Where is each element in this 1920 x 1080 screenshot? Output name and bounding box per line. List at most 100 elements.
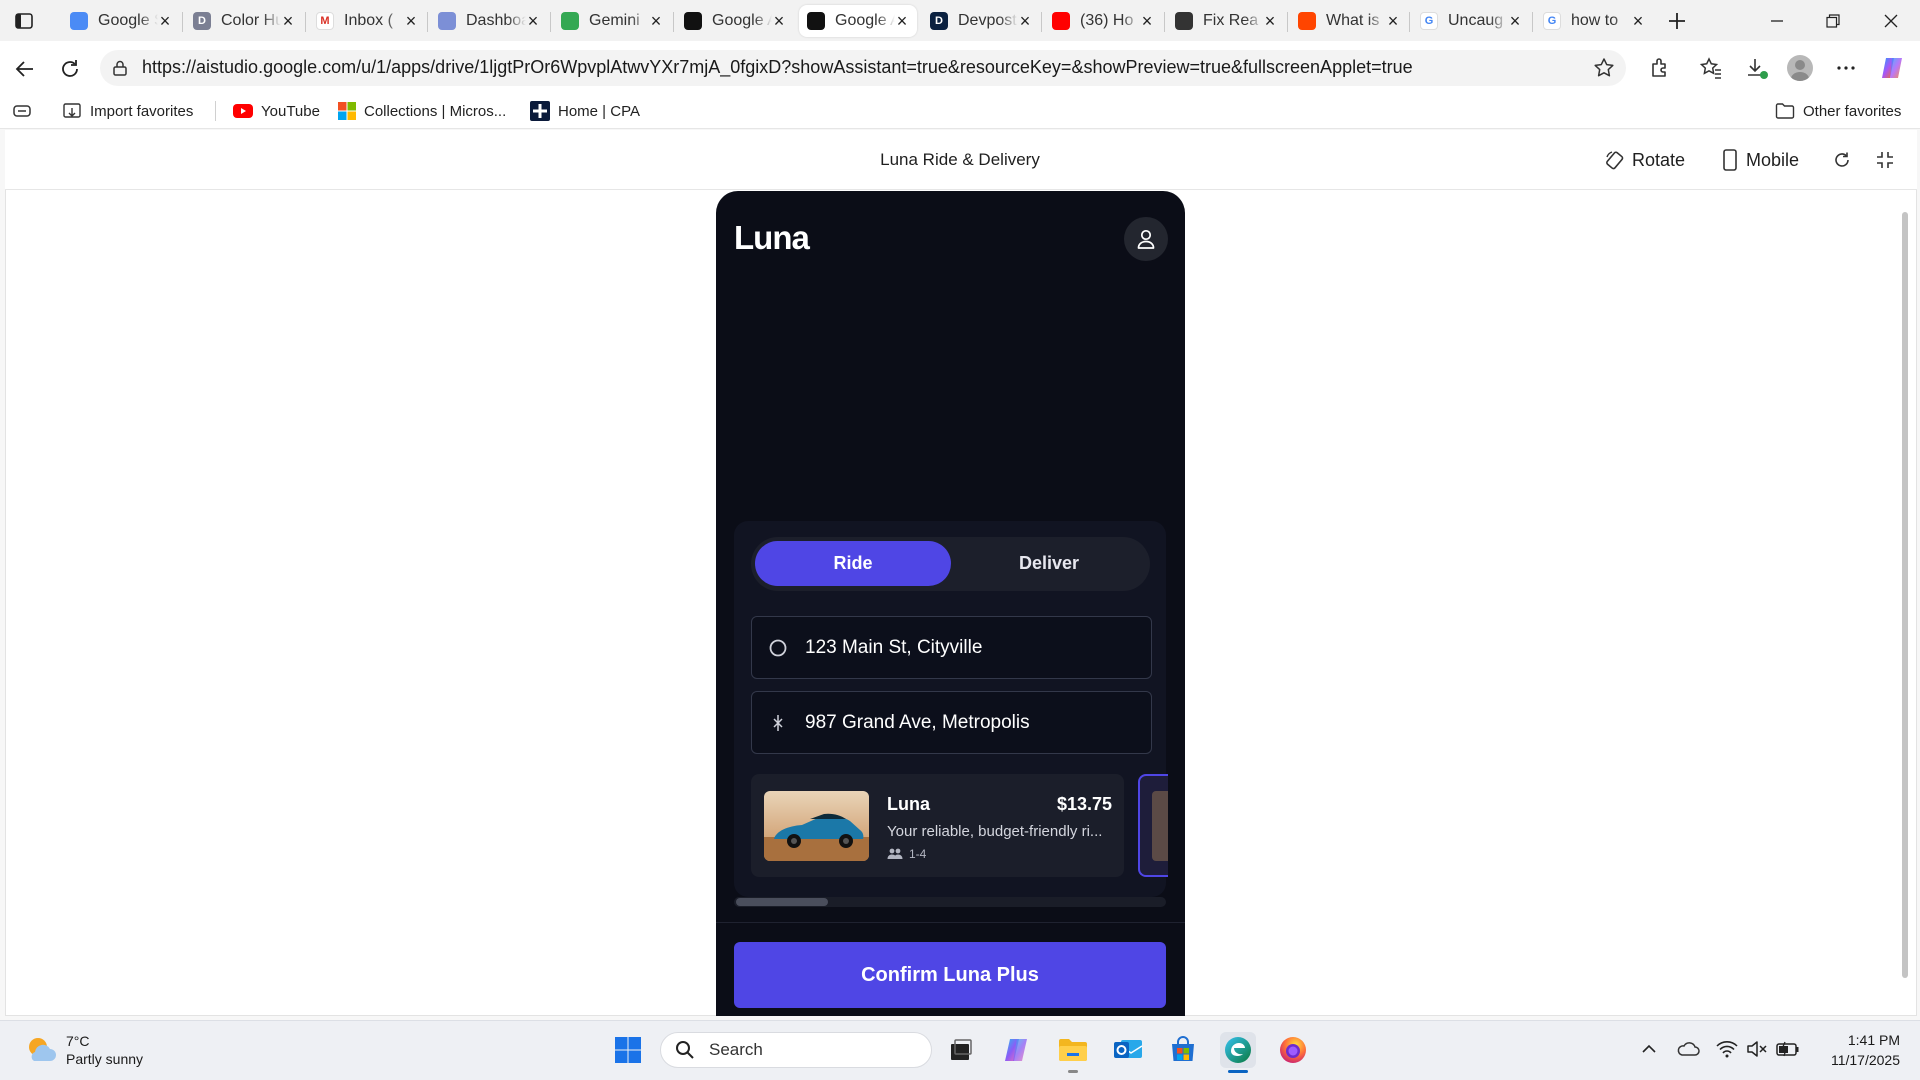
downloads-icon[interactable] bbox=[1745, 56, 1769, 80]
more-menu-icon[interactable] bbox=[1834, 56, 1858, 80]
favorite-youtube[interactable]: YouTube bbox=[233, 99, 320, 123]
footer-divider bbox=[716, 922, 1185, 923]
confirm-button[interactable]: Confirm Luna Plus bbox=[734, 942, 1166, 1008]
clock[interactable]: 1:41 PM 11/17/2025 bbox=[1810, 1030, 1900, 1070]
browser-tab[interactable]: Ghow to × bbox=[1535, 5, 1653, 37]
scrollbar-thumb[interactable] bbox=[1902, 212, 1908, 978]
minimize-button[interactable] bbox=[1764, 8, 1790, 34]
file-explorer-running-indicator bbox=[1068, 1070, 1078, 1073]
tab-close-icon[interactable]: × bbox=[1386, 12, 1400, 30]
task-view-icon[interactable] bbox=[943, 1032, 979, 1068]
favorites-icon[interactable] bbox=[1699, 56, 1723, 80]
browser-tab[interactable]: Fix Rea × bbox=[1167, 5, 1285, 37]
microsoft-icon bbox=[338, 102, 356, 120]
tab-close-icon[interactable]: × bbox=[649, 12, 663, 30]
browser-tab[interactable]: (36) Ho × bbox=[1044, 5, 1162, 37]
favorite-cpa[interactable]: Home | CPA bbox=[530, 99, 640, 123]
edge-running-indicator bbox=[1228, 1070, 1248, 1073]
battery-icon[interactable] bbox=[1776, 1040, 1800, 1058]
new-tab-button[interactable] bbox=[1662, 6, 1692, 36]
tab-close-icon[interactable]: × bbox=[1508, 12, 1522, 30]
tab-close-icon[interactable]: × bbox=[281, 12, 295, 30]
tab-separator bbox=[427, 12, 428, 32]
onedrive-icon[interactable] bbox=[1676, 1040, 1700, 1058]
browser-tab[interactable]: Google AI× bbox=[799, 5, 917, 37]
rotate-button[interactable]: Rotate bbox=[1604, 147, 1685, 173]
browser-tab[interactable]: Google Slides× bbox=[62, 5, 180, 37]
tab-close-icon[interactable]: × bbox=[158, 12, 172, 30]
close-window-button[interactable] bbox=[1878, 8, 1904, 34]
copilot-taskbar-icon[interactable] bbox=[998, 1032, 1034, 1068]
edge-icon[interactable] bbox=[1220, 1032, 1256, 1068]
mobile-label: Mobile bbox=[1746, 149, 1800, 170]
search-icon bbox=[676, 1041, 694, 1059]
tab-close-icon[interactable]: × bbox=[1263, 12, 1277, 30]
outlook-icon[interactable] bbox=[1110, 1032, 1146, 1068]
back-button[interactable] bbox=[12, 56, 38, 82]
scrollbar[interactable] bbox=[1900, 196, 1910, 1016]
sidebar-toggle-icon[interactable] bbox=[12, 101, 32, 121]
ride-option-card-next[interactable] bbox=[1138, 774, 1168, 877]
mobile-icon bbox=[1723, 149, 1737, 171]
exit-fullscreen-icon[interactable] bbox=[1875, 150, 1895, 170]
favorite-import[interactable]: Import favorites bbox=[62, 99, 193, 123]
tab-close-icon[interactable]: × bbox=[404, 12, 418, 30]
browser-tab[interactable]: Google AI× bbox=[676, 5, 794, 37]
tab-title: Uncaug bbox=[1448, 12, 1504, 29]
file-explorer-icon[interactable] bbox=[1055, 1032, 1091, 1068]
tab-title: Color Hunt bbox=[221, 12, 281, 29]
tab-close-icon[interactable]: × bbox=[1018, 12, 1032, 30]
browser-tab[interactable]: D Color Hunt× bbox=[185, 5, 303, 37]
dropoff-field[interactable]: 987 Grand Ave, Metropolis bbox=[751, 691, 1152, 754]
browser-tab[interactable]: Dashboard× bbox=[430, 5, 548, 37]
restore-button[interactable] bbox=[1820, 8, 1846, 34]
tab-actions-icon[interactable] bbox=[14, 11, 34, 31]
tab-close-icon[interactable]: × bbox=[772, 12, 786, 30]
microsoft-store-icon[interactable] bbox=[1165, 1032, 1201, 1068]
volume-muted-icon[interactable] bbox=[1746, 1040, 1768, 1058]
tab-favicon-icon bbox=[1175, 12, 1193, 30]
profile-avatar[interactable] bbox=[1787, 55, 1813, 81]
ride-option-price: $13.75 bbox=[1056, 794, 1112, 814]
favorite-star-icon[interactable] bbox=[1593, 57, 1615, 79]
ride-options-scrollbar[interactable] bbox=[734, 897, 1166, 907]
refresh-button[interactable] bbox=[57, 56, 83, 82]
browser-tab[interactable]: What is × bbox=[1290, 5, 1408, 37]
tab-ride-label: Ride bbox=[833, 553, 873, 573]
copilot-icon[interactable] bbox=[1878, 54, 1906, 82]
weather-widget[interactable]: 7°C Partly sunny bbox=[24, 1030, 143, 1070]
tab-ride[interactable]: Ride bbox=[755, 541, 951, 586]
pickup-field[interactable]: 123 Main St, Cityville bbox=[751, 616, 1152, 679]
ride-options-scroll-thumb[interactable] bbox=[736, 898, 828, 906]
browser-tab[interactable]: Gemini × bbox=[553, 5, 671, 37]
passengers-icon bbox=[887, 848, 903, 859]
tab-close-icon[interactable]: × bbox=[526, 12, 540, 30]
youtube-icon bbox=[233, 104, 253, 118]
site-info-icon[interactable] bbox=[111, 59, 129, 77]
reload-applet-icon[interactable] bbox=[1832, 150, 1852, 170]
wifi-icon[interactable] bbox=[1716, 1040, 1738, 1058]
extensions-icon[interactable] bbox=[1648, 56, 1672, 80]
capacity-value: 1-4 bbox=[909, 847, 927, 861]
mobile-button[interactable]: Mobile bbox=[1722, 147, 1799, 173]
url-text[interactable]: https://aistudio.google.com/u/1/apps/dri… bbox=[142, 57, 1413, 78]
browser-tab[interactable]: G Uncaug × bbox=[1412, 5, 1530, 37]
other-favorites[interactable]: Other favorites bbox=[1775, 99, 1901, 123]
tab-separator bbox=[673, 12, 674, 32]
tab-close-icon[interactable]: × bbox=[1631, 12, 1645, 30]
tab-close-icon[interactable]: × bbox=[895, 12, 909, 30]
tab-separator bbox=[182, 12, 183, 32]
tab-deliver[interactable]: Deliver bbox=[951, 541, 1147, 586]
tab-separator bbox=[305, 12, 306, 32]
tab-favicon-icon: M bbox=[316, 12, 334, 30]
show-hidden-icons[interactable] bbox=[1640, 1040, 1658, 1058]
firefox-icon[interactable] bbox=[1275, 1032, 1311, 1068]
taskbar-search[interactable]: Search bbox=[660, 1032, 932, 1068]
profile-button[interactable] bbox=[1124, 217, 1168, 261]
start-button[interactable] bbox=[610, 1032, 646, 1068]
browser-tab[interactable]: D Devpost × bbox=[922, 5, 1040, 37]
browser-tab[interactable]: M Inbox (× bbox=[308, 5, 426, 37]
tab-title: What is bbox=[1326, 12, 1380, 29]
tab-close-icon[interactable]: × bbox=[1140, 12, 1154, 30]
favorite-collections[interactable]: Collections | Micros... bbox=[338, 99, 506, 123]
